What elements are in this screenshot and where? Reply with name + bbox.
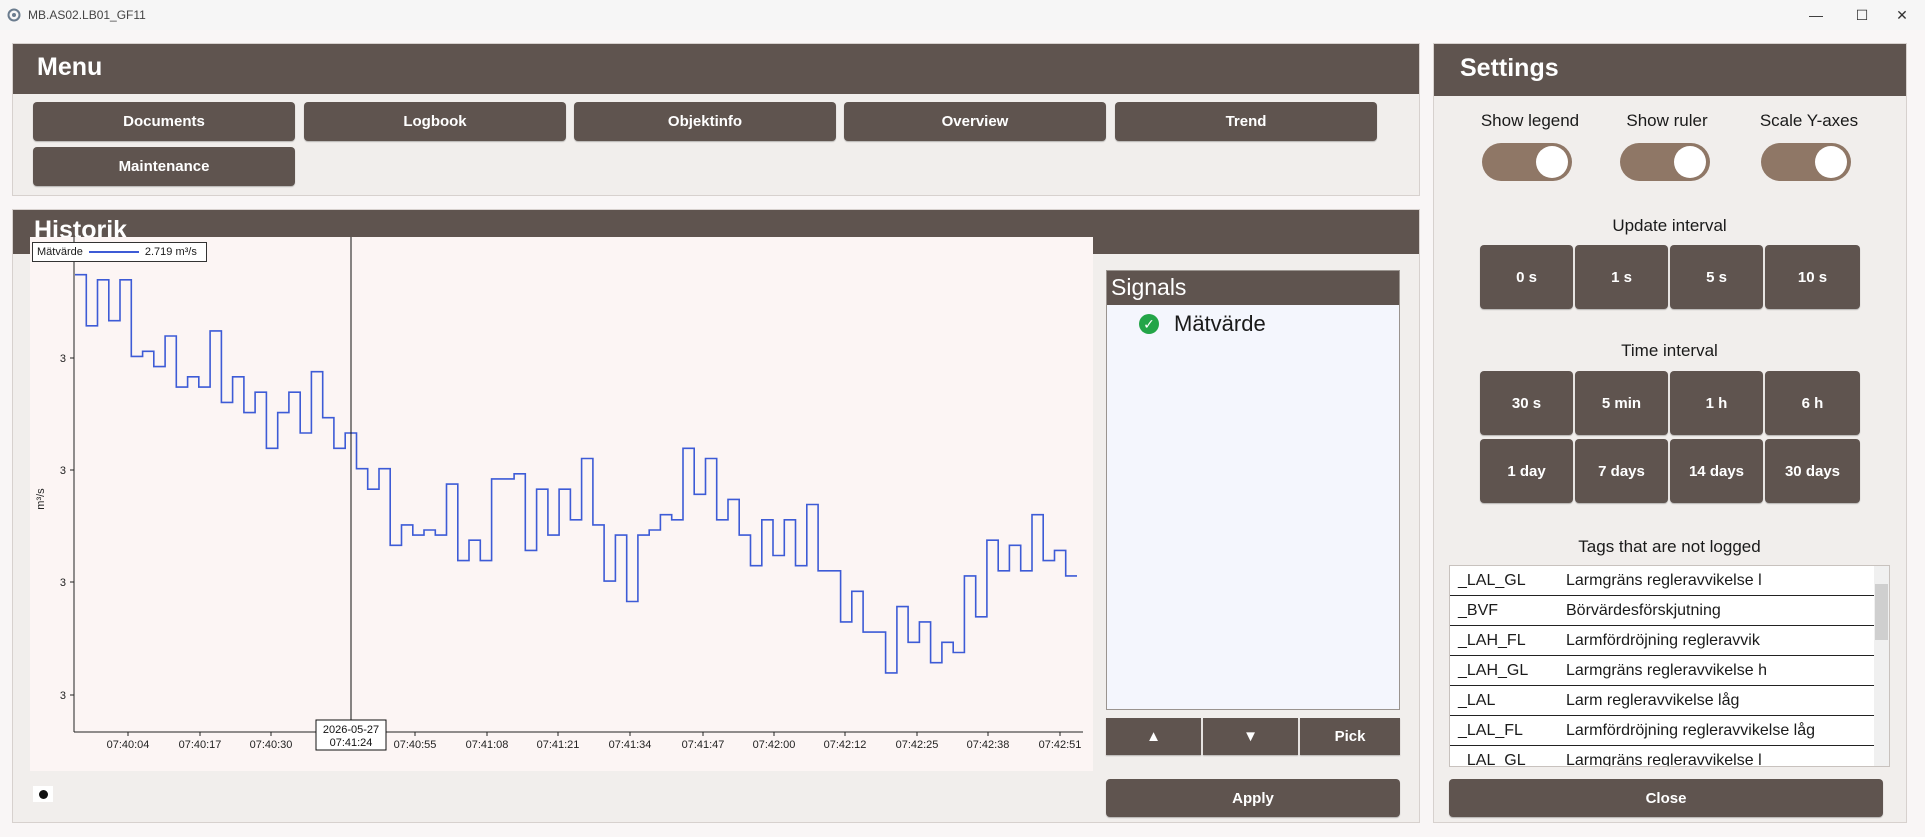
window-title: MB.AS02.LB01_GF11 — [28, 8, 146, 22]
x-tick-label: 07:40:30 — [250, 739, 293, 751]
signals-list: Signals ✓ Mätvärde — [1106, 270, 1400, 710]
y-tick-label: 3 — [60, 353, 66, 365]
minimize-button[interactable]: — — [1793, 2, 1839, 28]
trend-button[interactable]: Trend — [1115, 102, 1377, 141]
menu-panel: Menu Documents Logbook Objektinfo Overvi… — [12, 43, 1420, 196]
y-tick-label: 3 — [60, 577, 66, 589]
x-tick-label: 07:42:00 — [753, 739, 796, 751]
pick-button[interactable]: Pick — [1300, 718, 1400, 755]
tags-scrollbar[interactable] — [1874, 566, 1889, 766]
toggle-knob — [1815, 146, 1847, 178]
check-icon: ✓ — [1139, 314, 1159, 334]
tags-list: _LAL_GL Larmgräns regleravvikelse l _BVF B… — [1449, 565, 1890, 767]
x-tick-label: 07:42:51 — [1039, 739, 1082, 751]
time-interval-6h-button[interactable]: 6 h — [1765, 371, 1860, 435]
time-interval-7days-button[interactable]: 7 days — [1575, 439, 1668, 503]
maximize-icon: ☐ — [1855, 6, 1869, 23]
tag-row[interactable]: _LAH_FL Larmfördröjning regleravvik — [1450, 626, 1875, 656]
close-window-button[interactable]: ✕ — [1879, 2, 1925, 28]
toggle-knob — [1674, 146, 1706, 178]
update-interval-label: Update interval — [1612, 216, 1727, 235]
x-tick-label: 07:42:12 — [824, 739, 867, 751]
settings-title: Settings — [1434, 44, 1906, 96]
apply-button[interactable]: Apply — [1106, 779, 1400, 817]
maintenance-button[interactable]: Maintenance — [33, 147, 295, 186]
trend-chart-svg: m³/s 3 3 3 3 07:40:04 07:40:17 07:40:30 07:40:55… — [35, 237, 1083, 751]
time-interval-1day-button[interactable]: 1 day — [1480, 439, 1573, 503]
scale-y-axes-label: Scale Y-axes — [1759, 111, 1859, 130]
x-tick-label: 07:40:04 — [107, 739, 150, 751]
time-interval-5min-button[interactable]: 5 min — [1575, 371, 1668, 435]
tag-row[interactable]: _LAL_FL Larmfördröjning regleravvikelse l… — [1450, 716, 1875, 746]
scale-y-axes-toggle[interactable] — [1761, 143, 1851, 181]
app-body: Menu Documents Logbook Objektinfo Overvi… — [0, 30, 1925, 837]
y-tick-label: 3 — [60, 465, 66, 477]
minimize-icon: — — [1809, 7, 1823, 23]
scrollbar-thumb[interactable] — [1875, 584, 1888, 640]
show-ruler-toggle[interactable] — [1620, 143, 1710, 181]
tag-row[interactable]: _BVF Börvärdesförskjutning — [1450, 596, 1875, 626]
close-icon: ✕ — [1896, 6, 1908, 23]
time-interval-label: Time interval — [1621, 341, 1718, 360]
x-tick-label: 07:42:38 — [967, 739, 1010, 751]
x-tick-label: 07:42:25 — [896, 739, 939, 751]
signal-item-matvarde[interactable]: ✓ Mätvärde — [1139, 311, 1266, 337]
legend-series-name: Mätvärde — [37, 246, 83, 258]
time-interval-1h-button[interactable]: 1 h — [1670, 371, 1763, 435]
y-axis-label: m³/s — [35, 488, 47, 510]
chart-legend: Mätvärde 2.719 m³/s — [32, 242, 207, 262]
update-interval-5s-button[interactable]: 5 s — [1670, 245, 1763, 309]
x-tick-label: 07:41:08 — [466, 739, 509, 751]
ruler-time: 07:41:24 — [330, 737, 373, 749]
show-ruler-label: Show ruler — [1626, 111, 1708, 130]
update-interval-0s-button[interactable]: 0 s — [1480, 245, 1573, 309]
window-titlebar: MB.AS02.LB01_GF11 — ☐ ✕ — [0, 0, 1925, 30]
x-tick-label: 07:41:47 — [682, 739, 725, 751]
documents-button[interactable]: Documents — [33, 102, 295, 141]
x-tick-label: 07:41:34 — [609, 739, 652, 751]
update-interval-10s-button[interactable]: 10 s — [1765, 245, 1860, 309]
overview-button[interactable]: Overview — [844, 102, 1106, 141]
legend-swatch — [88, 251, 139, 253]
ruler-date: 2026-05-27 — [323, 724, 379, 736]
arrow-down-icon: ▼ — [1243, 728, 1258, 745]
show-legend-toggle[interactable] — [1482, 143, 1572, 181]
show-legend-label: Show legend — [1480, 111, 1580, 130]
update-interval-1s-button[interactable]: 1 s — [1575, 245, 1668, 309]
signal-label: Mätvärde — [1174, 311, 1266, 336]
move-up-button[interactable]: ▲ — [1106, 718, 1201, 755]
objektinfo-button[interactable]: Objektinfo — [574, 102, 836, 141]
y-tick-label: 3 — [60, 690, 66, 702]
arrow-up-icon: ▲ — [1146, 728, 1161, 745]
tag-row[interactable]: _LAL_GL Larmgräns regleravvikelse l — [1450, 746, 1875, 766]
tag-row[interactable]: _LAH_GL Larmgräns regleravvikelse h — [1450, 656, 1875, 686]
record-dot-icon — [38, 789, 48, 799]
move-down-button[interactable]: ▼ — [1203, 718, 1298, 755]
x-tick-label: 07:41:21 — [537, 739, 580, 751]
time-interval-30days-button[interactable]: 30 days — [1765, 439, 1860, 503]
time-interval-14days-button[interactable]: 14 days — [1670, 439, 1763, 503]
time-interval-30s-button[interactable]: 30 s — [1480, 371, 1573, 435]
series-line-matvarde — [75, 273, 1077, 674]
menu-title: Menu — [13, 44, 1419, 94]
tag-row[interactable]: _LAL_GL Larmgräns regleravvikelse l — [1450, 566, 1875, 596]
chart-record-button[interactable] — [33, 786, 53, 802]
app-gear-icon — [7, 8, 21, 22]
legend-value: 2.719 m³/s — [144, 246, 197, 258]
tags-not-logged-label: Tags that are not logged — [1578, 537, 1761, 556]
tag-row[interactable]: _LAL Larm regleravvikelse låg — [1450, 686, 1875, 716]
trend-chart[interactable]: m³/s 3 3 3 3 07:40:04 07:40:17 07:40:30 07:40:55… — [30, 237, 1093, 771]
close-button[interactable]: Close — [1449, 779, 1883, 817]
x-tick-label: 07:40:55 — [394, 739, 437, 751]
x-tick-label: 07:40:17 — [179, 739, 222, 751]
signals-title: Signals — [1107, 271, 1399, 305]
logbook-button[interactable]: Logbook — [304, 102, 566, 141]
toggle-knob — [1536, 146, 1568, 178]
